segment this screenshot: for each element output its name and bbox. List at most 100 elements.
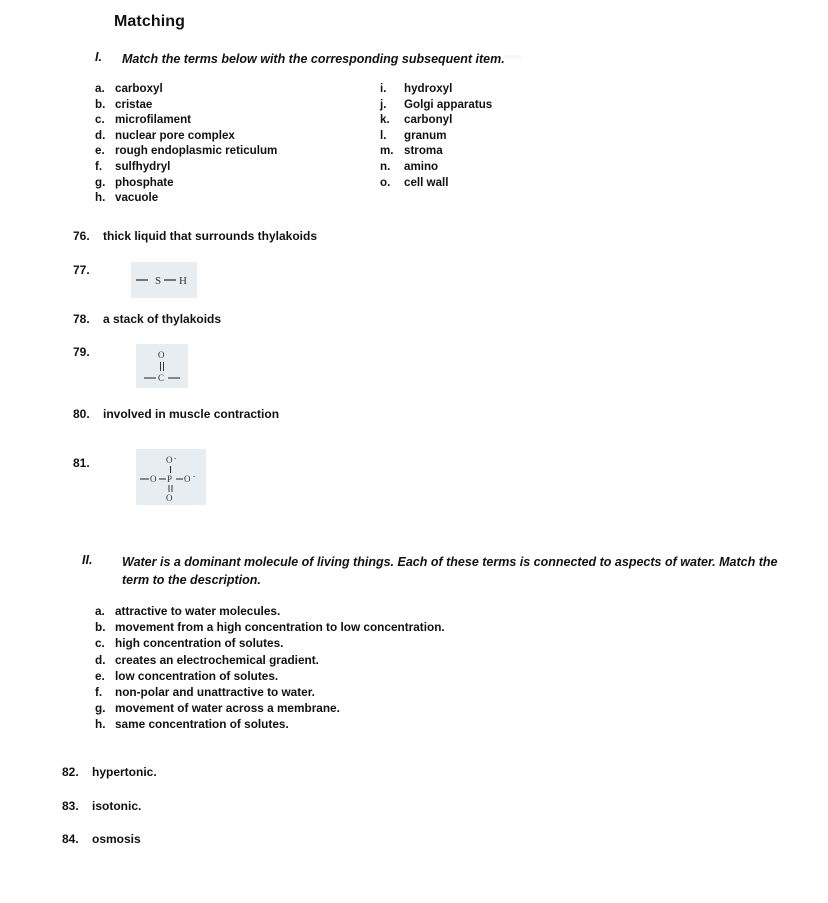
term-left-label: sulfhydryl bbox=[115, 159, 171, 173]
term-left-label: rough endoplasmic reticulum bbox=[115, 144, 278, 158]
charge-minus-right: - bbox=[193, 472, 196, 480]
atom-label-o-bottom: O bbox=[166, 493, 173, 503]
phosphate-structure-image: O - P O O - O bbox=[136, 449, 206, 505]
sulfhydryl-structure-svg: S H bbox=[136, 275, 187, 287]
description-row: d. creates an electrochemical gradient. bbox=[95, 653, 445, 669]
term-left-letter: d. bbox=[95, 128, 106, 142]
term-right-row: m. stroma bbox=[380, 144, 492, 160]
term-left-label: carboxyl bbox=[115, 82, 163, 95]
atom-label-s: S bbox=[155, 275, 161, 287]
question-76: 76. thick liquid that surrounds thylakoi… bbox=[73, 229, 317, 243]
atom-label-h: H bbox=[179, 275, 187, 287]
phosphate-structure-svg: O - P O O - O bbox=[140, 454, 196, 503]
term-left-letter: g. bbox=[95, 175, 106, 189]
term-right-label: carbonyl bbox=[404, 113, 453, 127]
question-77: 77. bbox=[73, 263, 103, 277]
section-two-numeral: II. bbox=[82, 553, 93, 567]
term-right-row: i. hydroxyl bbox=[380, 82, 492, 98]
term-left-row: b. cristae bbox=[95, 98, 277, 114]
term-right-letter: o. bbox=[380, 175, 391, 189]
question-83-text: isotonic. bbox=[92, 799, 142, 813]
section-one-terms-left: a. carboxyl b. cristae c. microfilament d. nucl… bbox=[95, 82, 277, 207]
term-left-label: vacuole bbox=[115, 191, 159, 205]
sulfhydryl-structure-image: S H bbox=[131, 262, 197, 298]
description-row: g. movement of water across a membrane. bbox=[95, 701, 445, 717]
description-label: movement of water across a membrane. bbox=[115, 701, 340, 716]
term-right-label: granum bbox=[404, 128, 447, 142]
term-left-label: phosphate bbox=[115, 175, 174, 189]
term-left-row: a. carboxyl bbox=[95, 82, 277, 98]
term-right-row: l. granum bbox=[380, 129, 492, 145]
atom-label-c: C bbox=[158, 373, 164, 383]
term-right-letter: l. bbox=[380, 128, 387, 142]
question-80: 80. involved in muscle contraction bbox=[73, 407, 279, 421]
term-left-label: microfilament bbox=[115, 113, 192, 127]
term-right-label: cell wall bbox=[404, 175, 449, 189]
question-78-text: a stack of thylakoids bbox=[103, 312, 222, 326]
worksheet-page: Matching I. Match the terms below with t… bbox=[0, 0, 828, 903]
question-79: 79. bbox=[73, 345, 103, 359]
description-letter: h. bbox=[95, 717, 106, 732]
question-76-text: thick liquid that surrounds thylakoids bbox=[103, 229, 318, 243]
description-label: movement from a high concentration to lo… bbox=[115, 620, 445, 635]
page-title: Matching bbox=[114, 13, 186, 30]
term-right-row: j. Golgi apparatus bbox=[380, 98, 492, 114]
term-left-letter: h. bbox=[95, 191, 106, 205]
description-letter: a. bbox=[95, 604, 105, 618]
description-row: e. low concentration of solutes. bbox=[95, 669, 445, 685]
atom-label-o: O bbox=[158, 350, 165, 360]
description-label: creates an electrochemical gradient. bbox=[115, 652, 319, 667]
question-84-number: 84. bbox=[62, 832, 79, 846]
term-right-letter: m. bbox=[380, 144, 394, 158]
question-78: 78. a stack of thylakoids bbox=[73, 312, 221, 326]
question-80-number: 80. bbox=[73, 407, 90, 421]
description-letter: d. bbox=[95, 652, 106, 667]
atom-label-o-top: O bbox=[166, 455, 173, 465]
atom-label-o-left: O bbox=[150, 474, 157, 484]
description-label: same concentration of solutes. bbox=[115, 717, 289, 732]
term-left-letter: c. bbox=[95, 113, 105, 127]
question-83: 83. isotonic. bbox=[62, 799, 141, 813]
description-row: f. non-polar and unattractive to water. bbox=[95, 685, 445, 701]
term-right-letter: i. bbox=[380, 82, 387, 95]
description-letter: g. bbox=[95, 701, 106, 716]
term-left-label: nuclear pore complex bbox=[115, 128, 235, 142]
term-left-row: e. rough endoplasmic reticulum bbox=[95, 144, 277, 160]
question-82-text: hypertonic. bbox=[92, 765, 157, 779]
question-84: 84. osmosis bbox=[62, 832, 141, 846]
question-80-text: involved in muscle contraction bbox=[103, 407, 280, 421]
term-right-row: o. cell wall bbox=[380, 176, 492, 192]
description-letter: f. bbox=[95, 684, 103, 699]
description-label: low concentration of solutes. bbox=[115, 668, 279, 683]
term-right-row: k. carbonyl bbox=[380, 113, 492, 129]
term-left-row: g. phosphate bbox=[95, 176, 277, 192]
term-left-row: d. nuclear pore complex bbox=[95, 129, 277, 145]
term-right-letter: n. bbox=[380, 159, 391, 173]
question-82-number: 82. bbox=[62, 765, 79, 779]
term-left-letter: a. bbox=[95, 82, 105, 95]
charge-minus-top: - bbox=[174, 454, 177, 462]
term-right-row: n. amino bbox=[380, 160, 492, 176]
section-one-numeral: I. bbox=[95, 50, 102, 64]
section-one-terms-right: i. hydroxyl j. Golgi apparatus k. carbonyl l. g… bbox=[380, 82, 492, 191]
term-right-letter: j. bbox=[380, 97, 387, 111]
term-right-label: amino bbox=[404, 159, 439, 173]
term-right-letter: k. bbox=[380, 113, 390, 127]
question-78-number: 78. bbox=[73, 312, 90, 326]
term-left-row: f. sulfhydryl bbox=[95, 160, 277, 176]
term-left-letter: b. bbox=[95, 97, 106, 111]
question-76-number: 76. bbox=[73, 229, 90, 243]
term-left-letter: f. bbox=[95, 159, 103, 173]
question-81: 81. bbox=[73, 456, 103, 470]
atom-label-p: P bbox=[167, 474, 172, 484]
description-row: a. attractive to water molecules. bbox=[95, 604, 445, 620]
carbonyl-structure-image: O C bbox=[136, 344, 188, 388]
term-left-row: h. vacuole bbox=[95, 191, 277, 207]
term-left-row: c. microfilament bbox=[95, 113, 277, 129]
description-letter: e. bbox=[95, 668, 105, 683]
term-left-letter: e. bbox=[95, 144, 105, 158]
description-label: attractive to water molecules. bbox=[115, 604, 281, 618]
description-letter: b. bbox=[95, 620, 106, 635]
section-two-instruction-line1: Water is a dominant molecule of living t… bbox=[122, 555, 778, 569]
atom-label-o-right: O bbox=[184, 474, 191, 484]
